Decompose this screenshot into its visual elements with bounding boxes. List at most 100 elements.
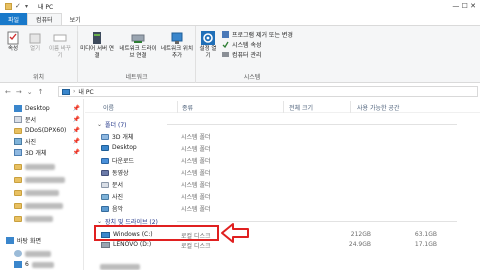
sidebar-item-blurred[interactable] (14, 187, 82, 198)
uninstall-label: 프로그램 제거 또는 변경 (232, 32, 293, 39)
sidebar-item-blurred[interactable] (14, 174, 82, 185)
computer-management-icon (222, 52, 229, 57)
pin-icon[interactable]: 📌 (73, 149, 80, 156)
sidebar-item-desktop[interactable]: Desktop 📌 (14, 103, 82, 114)
open-label: 열기 (29, 46, 41, 52)
blurred-label (25, 215, 53, 222)
sidebar-item-blurred[interactable] (14, 213, 82, 224)
column-divider[interactable] (350, 101, 351, 113)
open-button[interactable]: 열기 (28, 31, 42, 53)
tab-view[interactable]: 보기 (62, 13, 89, 25)
map-drive-label: 네트워크 드라이브 연결 (119, 46, 157, 59)
group-header-folders[interactable]: ⌄ 폴더 (7) (97, 120, 457, 129)
sidebar-item-label: Desktop (25, 105, 50, 112)
window-controls[interactable]: — ☐ ✕ (452, 2, 476, 10)
list-item[interactable]: 사진 시스템 폴더 (97, 191, 477, 201)
properties-icon (7, 31, 19, 45)
breadcrumb-path[interactable]: 내 PC (78, 87, 93, 96)
back-arrow-icon[interactable]: ← (5, 88, 11, 96)
cube-folder-icon (101, 133, 109, 140)
folder-icon (14, 163, 22, 170)
collapse-chevron-icon: ⌄ (97, 121, 103, 128)
item-type: 시스템 폴더 (181, 182, 211, 189)
group-divider (167, 124, 457, 125)
sidebar-item-desktop-root[interactable]: 바탕 화면 (6, 235, 74, 246)
sidebar-item-documents[interactable]: 문서 📌 (14, 114, 82, 125)
item-name: 사진 (112, 194, 124, 201)
column-divider[interactable] (283, 101, 284, 113)
sidebar-item-blurred[interactable] (14, 200, 82, 211)
drive-row-d[interactable]: LENOVO (D:) 로컬 디스크 24.9GB 17.1GB (97, 240, 477, 250)
address-bar-row: ← → ⌄ ↑ › 내 PC (0, 84, 480, 99)
recent-chevron-icon[interactable]: ⌄ (27, 88, 33, 96)
file-list: 이름 종류 전체 크기 사용 가능한 공간 ⌄ 폴더 (7) 3D 개체 시스템… (85, 99, 480, 270)
column-name[interactable]: 이름 (103, 103, 114, 112)
drive-type: 로컬 디스크 (181, 243, 211, 250)
group-label-system: 시스템 (243, 74, 261, 81)
forward-arrow-icon[interactable]: → (16, 88, 22, 96)
pictures-icon (14, 138, 22, 145)
list-item[interactable]: 3D 개체 시스템 폴더 (97, 131, 477, 141)
cube-icon (14, 149, 22, 156)
pin-icon[interactable]: 📌 (73, 127, 80, 134)
sidebar-item-label: DDoS(DPX60) (25, 127, 67, 134)
sidebar-item-blurred[interactable] (14, 248, 82, 259)
item-type: 시스템 폴더 (181, 170, 211, 177)
annotation-arrow-icon (221, 223, 249, 243)
navigation-pane: Desktop 📌 문서 📌 DDoS(DPX60) 📌 사진 📌 3D 개체 … (0, 99, 84, 270)
pictures-folder-icon (101, 193, 109, 200)
window-title: 내 PC (38, 4, 54, 11)
drive-name: LENOVO (D:) (113, 241, 152, 248)
media-server-icon (93, 32, 101, 44)
tab-computer[interactable]: 컴퓨터 (27, 13, 62, 25)
media-server-label: 미디어 서버 연결 (80, 46, 114, 59)
item-name: 문서 (112, 182, 124, 189)
gear-icon (201, 31, 215, 45)
network-location-icon (171, 32, 183, 44)
media-server-button[interactable]: 미디어 서버 연결 (80, 31, 114, 60)
open-settings-label: 설정 열기 (199, 46, 217, 59)
computer-icon (62, 88, 70, 95)
desktop-icon (6, 237, 14, 244)
item-name: Desktop (112, 144, 137, 151)
sidebar-item-blurred[interactable] (14, 161, 82, 172)
column-total-size[interactable]: 전체 크기 (289, 103, 313, 112)
add-network-location-label: 네트워크 위치 추가 (160, 46, 194, 59)
rename-button[interactable]: 이름 바꾸기 (48, 31, 72, 60)
map-drive-button[interactable]: 네트워크 드라이브 연결 (118, 31, 158, 60)
sidebar-item-pictures[interactable]: 사진 📌 (14, 136, 82, 147)
column-free-space[interactable]: 사용 가능한 공간 (357, 103, 399, 112)
properties-button[interactable]: 속성 (6, 31, 20, 53)
list-item[interactable]: 문서 시스템 폴더 (97, 179, 477, 189)
open-settings-button[interactable]: 설정 열기 (198, 31, 218, 60)
sidebar-item-label: 바탕 화면 (17, 238, 41, 245)
pin-icon[interactable]: 📌 (73, 105, 80, 112)
list-item[interactable]: 다운로드 시스템 폴더 (97, 155, 477, 165)
list-item[interactable]: 동영상 시스템 폴더 (97, 167, 477, 177)
pin-icon[interactable]: 📌 (73, 116, 80, 123)
column-divider[interactable] (177, 101, 178, 113)
list-item[interactable]: Desktop 시스템 폴더 (97, 143, 477, 153)
add-network-location-button[interactable]: 네트워크 위치 추가 (160, 31, 194, 60)
group-system: 설정 열기 프로그램 제거 또는 변경 시스템 속성 컴퓨터 관리 시스템 (196, 26, 308, 83)
checkmark-icon[interactable]: ✓ (15, 3, 22, 10)
group-header-label: 폴더 (7) (105, 122, 127, 129)
system-properties-button[interactable]: 시스템 속성 (222, 40, 262, 49)
sidebar-item-3d-objects[interactable]: 3D 개체 📌 (14, 147, 82, 158)
pin-icon[interactable]: 📌 (73, 138, 80, 145)
item-type: 시스템 폴더 (181, 158, 211, 165)
tab-file[interactable]: 파일 (0, 13, 28, 25)
computer-management-button[interactable]: 컴퓨터 관리 (222, 50, 262, 59)
list-item[interactable]: 음악 시스템 폴더 (97, 203, 477, 213)
network-drive-icon (131, 34, 145, 43)
folder-icon (14, 176, 22, 183)
item-name: 동영상 (112, 170, 129, 177)
column-type[interactable]: 종류 (182, 103, 193, 112)
address-input[interactable]: › 내 PC (58, 86, 478, 97)
group-network: 미디어 서버 연결 네트워크 드라이브 연결 네트워크 위치 추가 네트워크 (78, 26, 196, 83)
up-arrow-icon[interactable]: ↑ (38, 88, 44, 96)
chevron-down-icon[interactable]: ▾ (25, 3, 32, 10)
sidebar-item-ddos[interactable]: DDoS(DPX60) 📌 (14, 125, 82, 136)
uninstall-button[interactable]: 프로그램 제거 또는 변경 (222, 30, 293, 39)
column-headers: 이름 종류 전체 크기 사용 가능한 공간 (85, 101, 480, 113)
